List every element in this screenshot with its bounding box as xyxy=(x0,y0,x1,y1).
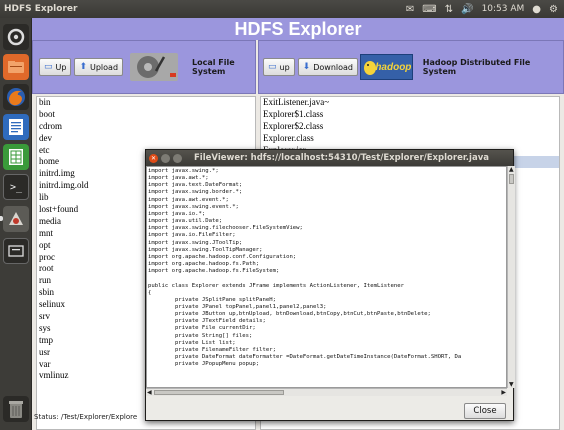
minimize-window-icon[interactable] xyxy=(161,153,170,163)
upload-label: Upload xyxy=(90,62,119,72)
code-text-area[interactable]: import javax.swing.*; import java.awt.*;… xyxy=(146,166,507,388)
network-icon[interactable]: ⇅ xyxy=(445,4,453,15)
scroll-right-icon[interactable]: ▶ xyxy=(501,389,506,396)
top-panel: HDFS Explorer ✉ ⌨ ⇅ 🔊 10:53 AM ● ⚙ xyxy=(0,0,564,18)
horizontal-scroll-thumb[interactable] xyxy=(154,390,284,395)
desktop: HDFS Explorer ✉ ⌨ ⇅ 🔊 10:53 AM ● ⚙ >_ HD… xyxy=(0,0,564,430)
code-content: import javax.swing.*; import java.awt.*;… xyxy=(148,168,462,368)
terminal-icon[interactable]: >_ xyxy=(3,174,29,200)
status-bar: Status: /Test/Explorer/Explore xyxy=(34,413,138,421)
dash-icon[interactable] xyxy=(3,24,29,50)
list-item[interactable]: bin xyxy=(37,97,255,109)
list-item[interactable]: cdrom xyxy=(37,121,255,133)
hadoop-logo: hadoop xyxy=(359,54,413,80)
list-item[interactable]: boot xyxy=(37,109,255,121)
user-icon[interactable]: ● xyxy=(532,4,541,15)
local-up-button[interactable]: ▭ Up xyxy=(39,58,72,76)
local-panel-label: Local File System xyxy=(192,58,235,76)
clock[interactable]: 10:53 AM xyxy=(482,4,525,14)
launcher: >_ xyxy=(0,18,32,430)
hdfs-toolbar: ▭ up ⬇ Download hadoop Hadoop Distribute… xyxy=(258,40,564,94)
local-toolbar: ▭ Up ⬆ Upload Local File System xyxy=(32,40,256,94)
vertical-scrollbar[interactable]: ▲ ▼ xyxy=(507,166,515,388)
system-settings-icon[interactable] xyxy=(3,238,29,264)
calc-icon[interactable] xyxy=(3,144,29,170)
list-item[interactable]: Explorer$2.class xyxy=(261,121,559,133)
arrow-up-icon: ⬆ xyxy=(79,62,87,72)
keyboard-icon[interactable]: ⌨ xyxy=(422,4,436,15)
scroll-up-icon[interactable]: ▲ xyxy=(509,166,514,173)
close-window-icon[interactable]: ✕ xyxy=(149,153,158,163)
trash-icon[interactable] xyxy=(3,396,29,422)
horizontal-scrollbar[interactable]: ◀ ▶ xyxy=(146,388,507,396)
files-icon[interactable] xyxy=(3,54,29,80)
scroll-left-icon[interactable]: ◀ xyxy=(147,389,152,396)
file-viewer-dialog: ✕ FileViewer: hdfs://localhost:54310/Tes… xyxy=(145,149,515,421)
download-button[interactable]: ⬇ Download xyxy=(297,58,358,76)
scroll-down-icon[interactable]: ▼ xyxy=(509,381,514,388)
list-item[interactable]: ExitListener.java~ xyxy=(261,97,559,109)
list-item[interactable]: Explorer$1.class xyxy=(261,109,559,121)
viewer-title: FileViewer: hdfs://localhost:54310/Test/… xyxy=(194,153,489,163)
list-item[interactable]: Explorer.class xyxy=(261,133,559,145)
hdfs-up-button[interactable]: ▭ up xyxy=(263,58,295,76)
window-title: HDFS Explorer xyxy=(4,4,78,14)
mail-icon[interactable]: ✉ xyxy=(406,4,414,15)
writer-icon[interactable] xyxy=(3,114,29,140)
arrow-down-icon: ⬇ xyxy=(302,62,311,72)
viewer-titlebar: ✕ FileViewer: hdfs://localhost:54310/Tes… xyxy=(146,150,513,166)
close-button[interactable]: Close xyxy=(464,403,506,419)
settings-icon[interactable]: ⚙ xyxy=(549,4,558,15)
hadoop-logo-text: hadoop xyxy=(375,61,412,73)
upload-button[interactable]: ⬆ Upload xyxy=(74,58,124,76)
firefox-icon[interactable] xyxy=(3,84,29,110)
software-center-icon[interactable] xyxy=(0,206,29,232)
app-header: HDFS Explorer xyxy=(32,18,564,40)
volume-icon[interactable]: 🔊 xyxy=(461,4,473,15)
vertical-scroll-thumb[interactable] xyxy=(509,174,514,184)
list-item[interactable]: dev xyxy=(37,133,255,145)
folder-up-icon: ▭ xyxy=(268,62,277,72)
hdfs-panel-label: Hadoop Distributed File System xyxy=(422,58,531,76)
local-up-label: Up xyxy=(55,62,67,72)
hdfs-up-label: up xyxy=(279,62,290,72)
download-label: Download xyxy=(313,62,353,72)
maximize-window-icon[interactable] xyxy=(173,153,182,163)
hard-disk-icon xyxy=(126,47,182,87)
folder-up-icon: ▭ xyxy=(44,62,53,72)
